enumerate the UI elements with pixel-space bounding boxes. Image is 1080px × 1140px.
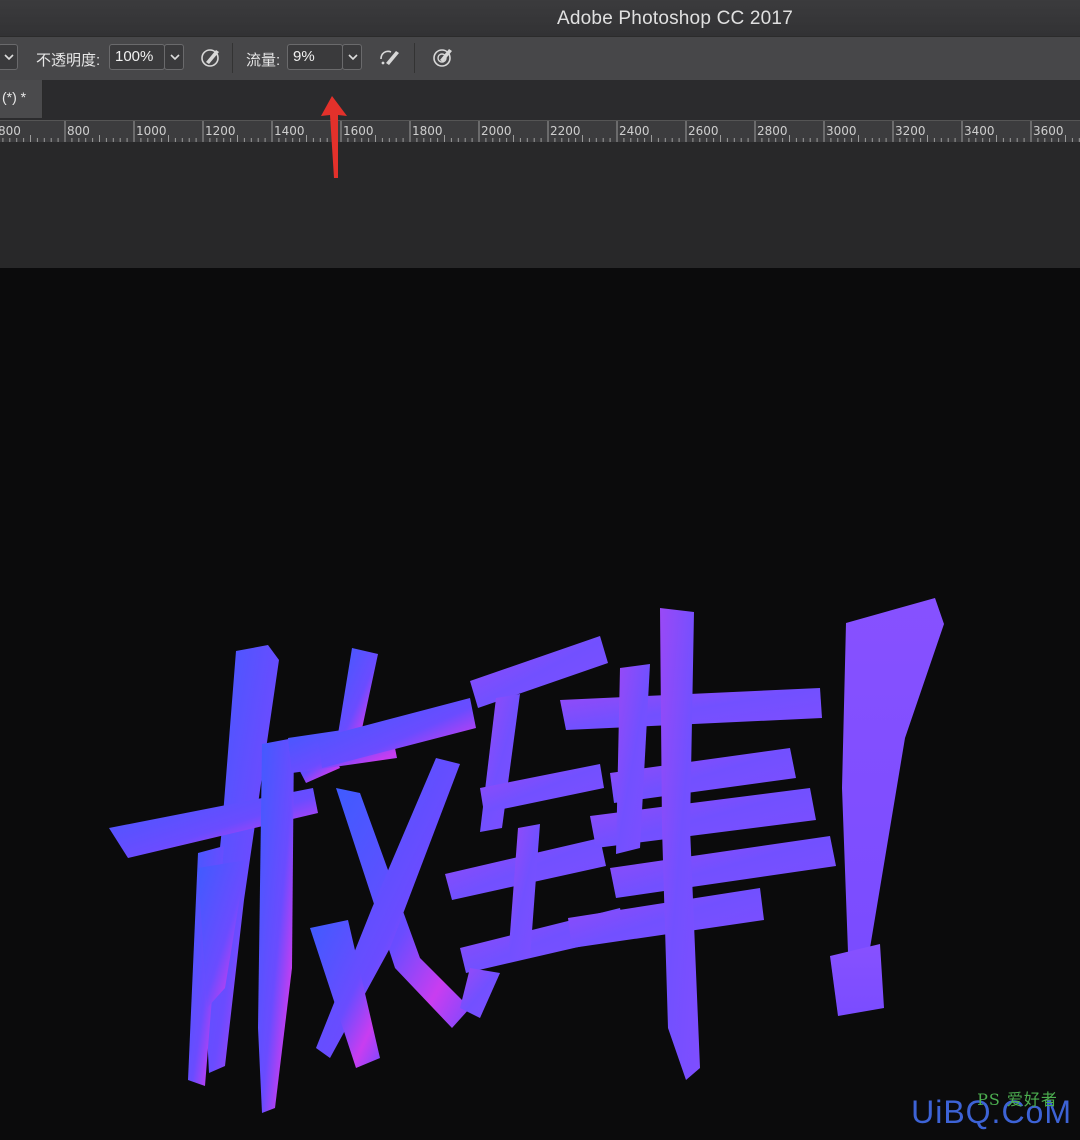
- opacity-dropdown-button[interactable]: [164, 44, 184, 70]
- document-tab-bar: (*) *: [0, 80, 1080, 120]
- document-tab[interactable]: (*) *: [0, 80, 43, 118]
- window-title: Adobe Photoshop CC 2017: [557, 8, 793, 29]
- ruler-label: 3000: [826, 124, 857, 138]
- pen-pressure-icon[interactable]: [199, 45, 223, 69]
- opacity-label: 不透明度:: [36, 52, 101, 69]
- horizontal-ruler[interactable]: 800 800 1000 1200 1400 1600 1800 2000 2200 2400 26…: [0, 120, 1080, 144]
- red-arrow-annotation: [321, 96, 347, 178]
- ruler-label: 3600: [1033, 124, 1064, 138]
- ruler-label: 1000: [136, 124, 167, 138]
- mode-dropdown-button[interactable]: [0, 44, 18, 70]
- ruler-label: 3400: [964, 124, 995, 138]
- flow-input[interactable]: 9%: [287, 44, 343, 70]
- title-bar: Adobe Photoshop CC 2017: [0, 0, 1080, 36]
- options-divider: [232, 43, 233, 73]
- watermark-small-text: PS 爱好者: [977, 1090, 1058, 1109]
- ruler-label: 3200: [895, 124, 926, 138]
- options-divider: [414, 43, 415, 73]
- options-bar: 不透明度: 100% 流量: 9%: [0, 36, 1080, 81]
- brush-lettering-artwork: [109, 598, 944, 1113]
- ruler-label: 1200: [205, 124, 236, 138]
- ruler-label: 1400: [274, 124, 305, 138]
- ruler-label: 2200: [550, 124, 581, 138]
- watermark: PS 爱好者 UiBQ.CoM: [911, 1090, 1072, 1131]
- ruler-label: 800: [67, 124, 90, 138]
- ruler-label: 2600: [688, 124, 719, 138]
- document-canvas[interactable]: [0, 268, 1080, 1135]
- ruler-label: 2000: [481, 124, 512, 138]
- ruler-label: 2400: [619, 124, 650, 138]
- ruler-label: 800: [0, 124, 21, 138]
- chevron-down-icon: [170, 54, 180, 61]
- chevron-down-icon: [4, 54, 14, 61]
- flow-dropdown-button[interactable]: [342, 44, 362, 70]
- airbrush-icon[interactable]: [377, 45, 401, 69]
- flow-label: 流量:: [246, 52, 281, 69]
- chevron-down-icon: [348, 54, 358, 61]
- opacity-input[interactable]: 100%: [109, 44, 165, 70]
- pen-pressure-size-icon[interactable]: [431, 45, 455, 69]
- ruler-label: 1800: [412, 124, 443, 138]
- ruler-label: 2800: [757, 124, 788, 138]
- pasteboard-area: [0, 142, 1080, 268]
